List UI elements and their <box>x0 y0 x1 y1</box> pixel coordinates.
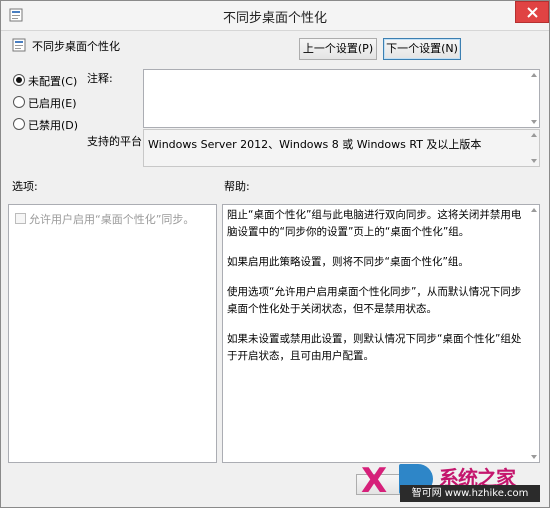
comment-scrollbar[interactable] <box>531 70 539 127</box>
title-bar[interactable]: 不同步桌面个性化 <box>1 1 549 31</box>
comment-textarea[interactable] <box>143 69 540 128</box>
radio-label: 未配置(C) <box>28 75 78 88</box>
previous-setting-button[interactable]: 上一个设置(P) <box>299 38 377 60</box>
watermark-logo: X 系统之家 智可网 www.hzhike.com <box>361 462 546 504</box>
radio-button[interactable] <box>13 74 25 86</box>
help-paragraph: 使用选项“允许用户启用桌面个性化同步”，从而默认情况下同步桌面个性化处于关闭状态… <box>227 286 522 315</box>
next-setting-button[interactable]: 下一个设置(N) <box>383 38 461 60</box>
supported-platform-value: Windows Server 2012、Windows 8 或 Windows … <box>148 138 482 151</box>
scroll-up-icon[interactable] <box>531 133 537 137</box>
scroll-up-icon[interactable] <box>531 208 537 212</box>
allow-sync-checkbox[interactable] <box>15 213 26 224</box>
scroll-up-icon[interactable] <box>531 73 537 77</box>
policy-icon <box>12 38 26 52</box>
close-icon <box>527 7 538 18</box>
watermark-x-icon: X <box>361 461 388 501</box>
help-scrollbar[interactable] <box>531 205 539 462</box>
platform-scrollbar[interactable] <box>531 130 539 166</box>
options-pane: 允许用户启用“桌面个性化”同步。 <box>8 204 217 463</box>
radio-button[interactable] <box>13 118 25 130</box>
help-paragraph: 阻止“桌面个性化”组与此电脑进行双向同步。这将关闭并禁用电脑设置中的“同步你的设… <box>227 209 522 238</box>
scroll-down-icon[interactable] <box>531 120 537 124</box>
help-paragraph: 如果启用此策略设置，则将不同步“桌面个性化”组。 <box>227 256 469 268</box>
radio-button[interactable] <box>13 96 25 108</box>
radio-label: 已启用(E) <box>28 97 77 110</box>
policy-name: 不同步桌面个性化 <box>32 40 120 53</box>
policy-settings-window: 不同步桌面个性化 不同步桌面个性化 上一个设置(P) 下一个设置(N) 未配置(… <box>0 0 550 508</box>
allow-sync-label: 允许用户启用“桌面个性化”同步。 <box>29 213 195 226</box>
comment-label: 注释: <box>87 72 113 85</box>
options-header: 选项: <box>12 180 38 193</box>
supported-platform-label: 支持的平台: <box>87 135 146 148</box>
scroll-down-icon[interactable] <box>531 159 537 163</box>
scroll-down-icon[interactable] <box>531 455 537 459</box>
watermark-url: 智可网 www.hzhike.com <box>400 485 540 502</box>
help-header: 帮助: <box>224 180 250 193</box>
help-text: 阻止“桌面个性化”组与此电脑进行双向同步。这将关闭并禁用电脑设置中的“同步你的设… <box>227 207 527 378</box>
supported-platform-field: Windows Server 2012、Windows 8 或 Windows … <box>143 129 540 167</box>
close-button[interactable] <box>515 1 549 23</box>
help-paragraph: 如果未设置或禁用此设置，则默认情况下同步“桌面个性化”组处于开启状态，且可由用户… <box>227 333 522 362</box>
help-pane: 阻止“桌面个性化”组与此电脑进行双向同步。这将关闭并禁用电脑设置中的“同步你的设… <box>222 204 540 463</box>
radio-label: 已禁用(D) <box>28 119 79 132</box>
window-title: 不同步桌面个性化 <box>222 11 327 26</box>
